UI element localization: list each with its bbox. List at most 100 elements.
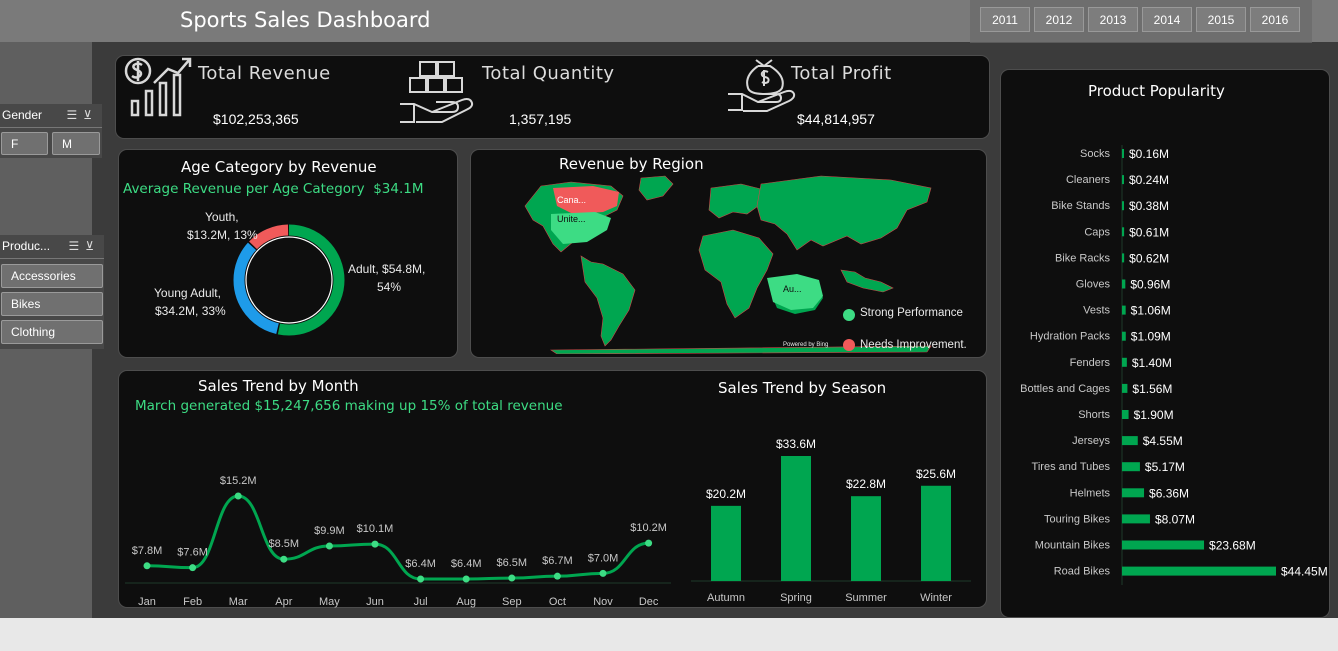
product-category-label: Fenders — [1070, 357, 1111, 369]
donut-inner-ring — [245, 236, 333, 324]
year-button-2015[interactable]: 2015 — [1196, 7, 1246, 32]
month-axis-label: Oct — [549, 596, 566, 608]
product-category-label: Road Bikes — [1054, 566, 1111, 578]
year-button-2013[interactable]: 2013 — [1088, 7, 1138, 32]
season-chart-title: Sales Trend by Season — [718, 379, 887, 397]
needs-improvement-legend-dot — [843, 339, 855, 351]
product-bar-touring-bikes — [1122, 514, 1150, 524]
product-data-label: $1.09M — [1131, 330, 1171, 344]
age-chart-title: Age Category by Revenue — [181, 158, 377, 176]
monthly-sales-point-aug — [462, 575, 470, 583]
united-states-label: Unite... — [557, 214, 586, 224]
product-button-accessories[interactable]: Accessories — [1, 264, 103, 288]
month-chart-subtitle: March generated $15,247,656 making up 15… — [135, 398, 563, 414]
strong-performance-legend-dot — [843, 309, 855, 321]
multi-select-and-clear-filter-icons[interactable]: ☰⊻ — [66, 108, 98, 122]
product-bar-socks — [1122, 149, 1124, 158]
product-data-label: $0.24M — [1129, 173, 1169, 187]
month-axis-label: Dec — [639, 596, 659, 608]
season-axis-label: Winter — [920, 592, 952, 604]
monthly-sales-data-label: $7.0M — [588, 552, 619, 564]
monthly-sales-data-label: $6.4M — [405, 558, 436, 570]
year-button-2014[interactable]: 2014 — [1142, 7, 1192, 32]
season-data-label: $33.6M — [776, 437, 816, 451]
region-map-card: Revenue by Region Cana... Unite... Au...… — [470, 149, 987, 358]
product-data-label: $1.06M — [1131, 304, 1171, 318]
australia-label: Au... — [783, 284, 802, 294]
monthly-sales-point-jan — [143, 562, 151, 570]
page-title: Sports Sales Dashboard — [180, 8, 431, 32]
product-bar-tires-and-tubes — [1122, 462, 1140, 472]
monthly-sales-data-label: $7.8M — [132, 545, 163, 557]
monthly-sales-data-label: $6.7M — [542, 555, 573, 567]
boxes-in-hand-icon — [400, 61, 474, 123]
multi-select-and-clear-filter-icons[interactable]: ☰⊻ — [68, 239, 100, 253]
age-subtitle-text: Average Revenue per Age Category — [123, 181, 365, 197]
season-bar-chart: $20.2M Autumn $33.6M Spring $22.8M Summer $25.… — [691, 437, 971, 604]
month-axis-label: Jan — [138, 596, 156, 608]
gender-slicer-title: Gender ☰⊻ — [0, 104, 102, 128]
gender-button-f[interactable]: F — [1, 132, 48, 155]
monthly-sales-point-jul — [417, 575, 425, 583]
powered-by-bing-label: Powered by Bing — [783, 342, 829, 348]
product-button-clothing[interactable]: Clothing — [1, 320, 103, 344]
monthly-sales-point-dec — [645, 539, 653, 547]
total-revenue-value: $102,253,365 — [213, 111, 299, 127]
world-map[interactable] — [471, 174, 988, 354]
monthly-sales-data-label: $10.1M — [357, 523, 394, 535]
adult-label-line2: 54% — [377, 280, 402, 294]
region-map-title: Revenue by Region — [559, 155, 704, 173]
product-category-label: Shorts — [1078, 409, 1110, 421]
product-bar-bottles-and-cages — [1122, 383, 1128, 393]
product-bar-mountain-bikes — [1122, 540, 1205, 550]
season-axis-label: Autumn — [707, 592, 745, 604]
product-slicer-title: Produc... ☰⊻ — [0, 235, 104, 259]
monthly-sales-point-nov — [599, 569, 607, 577]
product-category-label: Vests — [1083, 305, 1110, 317]
product-button-bikes[interactable]: Bikes — [1, 292, 103, 316]
product-category-label: Touring Bikes — [1044, 513, 1111, 525]
gender-button-m[interactable]: M — [52, 132, 100, 155]
product-bar-gloves — [1122, 279, 1126, 289]
kpi-card: Total Revenue $102,253,365 Total Quantit… — [115, 55, 990, 139]
season-bar-spring — [781, 456, 811, 581]
product-bar-caps — [1122, 227, 1125, 237]
total-revenue-label: Total Revenue — [198, 63, 331, 84]
product-bar-helmets — [1122, 488, 1145, 498]
age-category-card: Age Category by Revenue Average Revenue … — [118, 149, 458, 358]
product-category-label: Hydration Packs — [1030, 331, 1111, 343]
young-adult-label-line1: Young Adult, — [154, 286, 221, 300]
monthly-sales-data-label: $8.5M — [269, 538, 300, 550]
gender-slicer-label: Gender — [2, 108, 43, 122]
monthly-sales-series-line — [146, 494, 649, 581]
total-quantity-label: Total Quantity — [482, 63, 615, 84]
monthly-sales-data-label: $6.5M — [497, 557, 528, 569]
year-button-2012[interactable]: 2012 — [1034, 7, 1084, 32]
month-axis-label: Jul — [414, 596, 428, 608]
young-adult-label-line2: $34.2M, 33% — [155, 304, 226, 318]
month-axis-label: Mar — [229, 596, 248, 608]
product-slicer-label: Produc... — [2, 239, 51, 253]
product-slicer: Produc... ☰⊻ Accessories Bikes Clothing — [0, 235, 104, 349]
month-chart-title: Sales Trend by Month — [198, 377, 359, 395]
year-button-2016[interactable]: 2016 — [1250, 7, 1300, 32]
product-data-label: $6.36M — [1149, 486, 1189, 500]
product-category-label: Socks — [1080, 148, 1110, 160]
money-bag-hand-icon — [728, 59, 796, 112]
month-axis-label: Jun — [366, 596, 384, 608]
month-axis-label: Apr — [275, 596, 292, 608]
product-category-label: Bike Stands — [1051, 200, 1110, 212]
product-popularity-bar-chart: Socks $0.16M Cleaners $0.24M Bike Stands $0.3… — [1020, 145, 1328, 585]
age-subtitle-value: $34.1M — [373, 181, 424, 197]
product-category-label: Jerseys — [1072, 435, 1110, 447]
youth-label-line1: Youth, — [205, 210, 239, 224]
product-category-label: Tires and Tubes — [1032, 461, 1111, 473]
product-data-label: $0.38M — [1129, 199, 1169, 213]
youth-label-line2: $13.2M, 13% — [187, 228, 258, 242]
monthly-sales-point-apr — [280, 555, 288, 563]
age-chart-subtitle: Average Revenue per Age Category $34.1M — [123, 181, 424, 197]
year-button-2011[interactable]: 2011 — [980, 7, 1030, 32]
month-axis-label: May — [319, 596, 340, 608]
product-bar-shorts — [1122, 410, 1129, 419]
monthly-sales-point-may — [325, 542, 333, 550]
